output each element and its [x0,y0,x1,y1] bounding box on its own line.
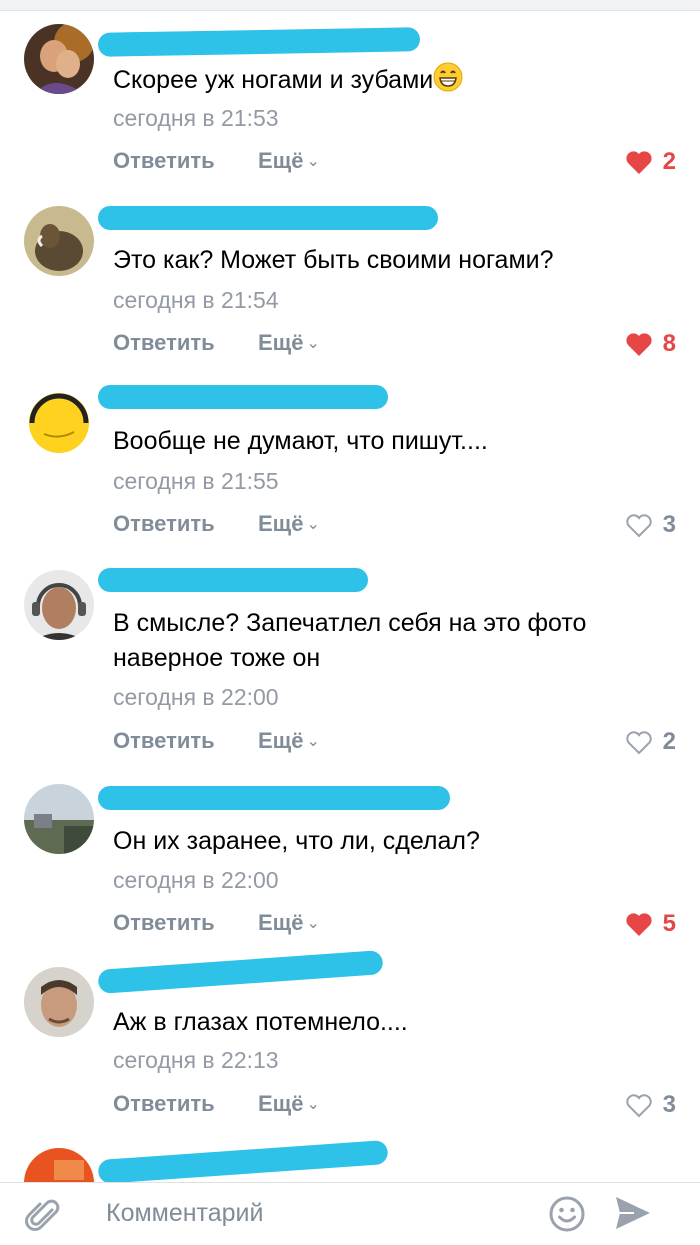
author-name-redacted [97,1139,389,1185]
paperclip-icon[interactable] [24,1196,64,1241]
like-count: 5 [662,910,676,937]
comment-time: сегодня в 22:00 [113,684,279,710]
grinning-face-emoji-icon [433,62,463,102]
comment-text-line: наверное тоже он [113,644,321,672]
like-button[interactable]: 2 [625,728,676,756]
like-count: 2 [662,148,676,175]
comment-text: Аж в глазах потемнело.... [113,1008,408,1036]
comment-text: Скорее уж ногами и зубами [113,66,434,94]
like-button[interactable]: 5 [625,910,676,938]
like-count: 3 [662,1091,676,1118]
chevron-down-icon: ⌄ [306,153,320,170]
like-button[interactable]: 3 [625,511,676,539]
like-count: 8 [662,330,676,357]
heart-outline-icon [625,730,652,754]
comment-time: сегодня в 22:00 [113,867,279,893]
avatar[interactable] [24,784,94,854]
smile-icon[interactable] [548,1195,586,1238]
comment-actions: Ответить Ещё ⌄ 8 [0,330,700,364]
comments-screen: Скорее уж ногами и зубами сегодня в 21:5… [0,0,700,1245]
heart-filled-icon [626,912,652,936]
comment-actions: Ответить Ещё ⌄ 3 [0,1091,700,1125]
like-count: 2 [662,728,676,755]
chevron-down-icon: ⌄ [306,335,320,352]
avatar[interactable] [24,967,94,1037]
more-button[interactable]: Ещё ⌄ [258,148,320,174]
author-name-redacted [98,786,450,810]
avatar[interactable] [24,388,94,458]
heart-outline-icon [625,1093,652,1117]
heart-filled-icon [626,332,652,356]
more-button[interactable]: Ещё ⌄ [258,728,320,754]
comment-actions: Ответить Ещё ⌄ 2 [0,148,700,182]
more-label: Ещё [258,148,304,173]
comment-actions: Ответить Ещё ⌄ 2 [0,728,700,762]
avatar[interactable] [24,570,94,640]
comment-text: Он их заранее, что ли, сделал? [113,827,480,855]
chevron-down-icon: ⌄ [306,733,320,750]
comment-time: сегодня в 21:53 [113,105,279,131]
comment-text: Вообще не думают, что пишут.... [113,427,488,455]
more-label: Ещё [258,1091,304,1116]
more-label: Ещё [258,728,304,753]
chevron-down-icon: ⌄ [306,516,320,533]
chevron-down-icon: ⌄ [306,1096,320,1113]
comment-input[interactable] [104,1191,528,1235]
more-button[interactable]: Ещё ⌄ [258,511,320,537]
author-name-redacted [97,27,421,57]
chevron-down-icon: ⌄ [306,915,320,932]
comment-actions: Ответить Ещё ⌄ 5 [0,910,700,944]
more-label: Ещё [258,330,304,355]
comment-time: сегодня в 21:54 [113,287,279,313]
author-name-redacted [97,950,384,994]
comment-time: сегодня в 21:55 [113,468,279,494]
reply-button[interactable]: Ответить [113,728,215,754]
heart-filled-icon [626,150,652,174]
comment-time: сегодня в 22:13 [113,1047,279,1073]
reply-button[interactable]: Ответить [113,1091,215,1117]
top-divider [0,0,700,11]
more-label: Ещё [258,511,304,536]
author-name-redacted [98,568,368,592]
reply-button[interactable]: Ответить [113,910,215,936]
like-button[interactable]: 2 [625,148,676,176]
author-name-redacted [98,385,388,409]
comment-text-line: В смысле? Запечатлел себя на это фото [113,609,587,637]
reply-button[interactable]: Ответить [113,330,215,356]
more-button[interactable]: Ещё ⌄ [258,330,320,356]
like-button[interactable]: 8 [625,330,676,358]
reply-button[interactable]: Ответить [113,148,215,174]
like-button[interactable]: 3 [625,1091,676,1119]
avatar[interactable] [24,206,94,276]
more-button[interactable]: Ещё ⌄ [258,910,320,936]
more-label: Ещё [258,910,304,935]
author-name-redacted [98,206,438,230]
like-count: 3 [662,511,676,538]
heart-outline-icon [625,513,652,537]
comment-actions: Ответить Ещё ⌄ 3 [0,511,700,545]
send-icon[interactable] [612,1193,654,1238]
reply-button[interactable]: Ответить [113,511,215,537]
more-button[interactable]: Ещё ⌄ [258,1091,320,1117]
comment-text: Это как? Может быть своими ногами? [113,246,554,274]
comment-composer [0,1182,700,1245]
avatar[interactable] [24,24,94,94]
